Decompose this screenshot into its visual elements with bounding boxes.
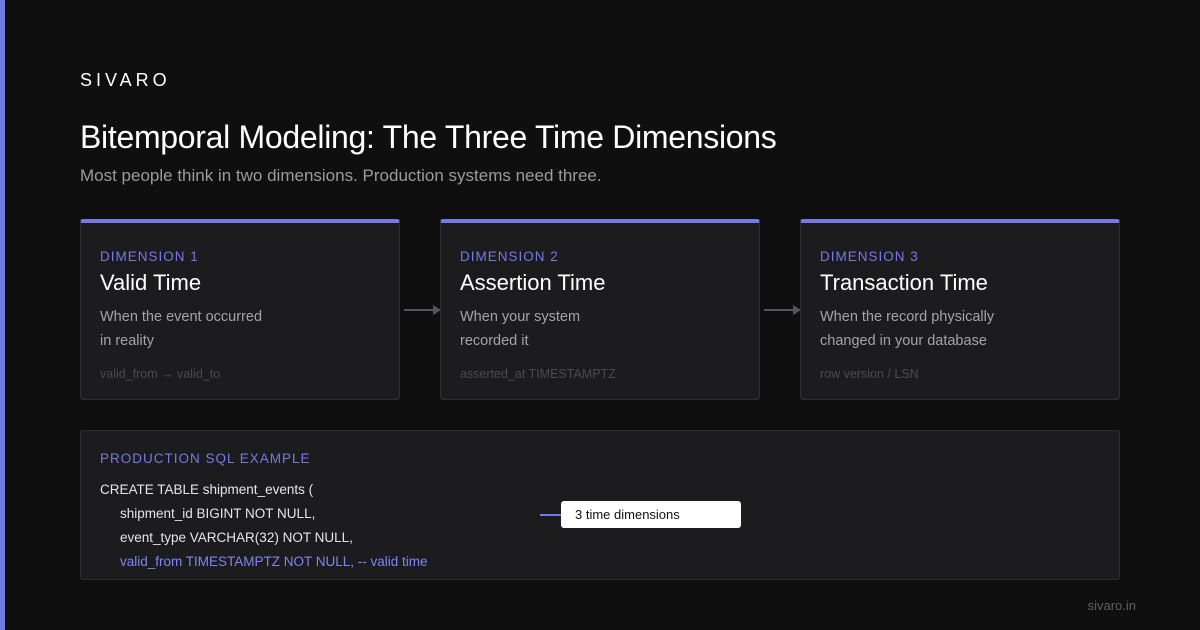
page-subtitle: Most people think in two dimensions. Pro… bbox=[80, 166, 602, 185]
sql-panel-label: PRODUCTION SQL EXAMPLE bbox=[100, 451, 311, 466]
card-dimension-label: DIMENSION 2 bbox=[460, 249, 559, 264]
card-dimension-label: DIMENSION 3 bbox=[820, 249, 919, 264]
left-accent-bar bbox=[0, 0, 5, 630]
dimension-card-3: DIMENSION 3 Transaction Time When the re… bbox=[800, 219, 1120, 400]
callout-badge: 3 time dimensions bbox=[561, 501, 741, 528]
card-description: When your system recorded it bbox=[460, 309, 581, 349]
card-title: Valid Time bbox=[100, 270, 202, 295]
callout-connector bbox=[540, 514, 562, 516]
card-description: When the event occurred in reality bbox=[100, 309, 263, 349]
card-dimension-label: DIMENSION 1 bbox=[100, 249, 199, 264]
arrow-right-icon bbox=[764, 305, 801, 315]
dimension-card-2: DIMENSION 2 Assertion Time When your sys… bbox=[440, 219, 760, 400]
card-description: When the record physically changed in yo… bbox=[820, 309, 995, 349]
card-title: Transaction Time bbox=[820, 270, 988, 295]
sql-line: CREATE TABLE shipment_events ( bbox=[100, 482, 314, 497]
card-meta: row version / LSN bbox=[820, 367, 919, 381]
sql-line: event_type VARCHAR(32) NOT NULL, bbox=[120, 530, 353, 545]
arrow-right-icon bbox=[404, 305, 441, 315]
card-meta: valid_from → valid_to bbox=[100, 367, 221, 381]
brand-logo: SIVARO bbox=[80, 70, 171, 90]
footer-url: sivaro.in bbox=[1087, 598, 1136, 613]
card-title: Assertion Time bbox=[460, 270, 606, 295]
sql-line-highlighted: valid_from TIMESTAMPTZ NOT NULL, -- vali… bbox=[120, 554, 428, 569]
slide: SIVARO Bitemporal Modeling: The Three Ti… bbox=[0, 0, 1200, 630]
dimension-card-1: DIMENSION 1 Valid Time When the event oc… bbox=[80, 219, 400, 400]
sql-example-panel: PRODUCTION SQL EXAMPLE CREATE TABLE ship… bbox=[80, 430, 1120, 580]
sql-line: shipment_id BIGINT NOT NULL, bbox=[120, 506, 316, 521]
page-title: Bitemporal Modeling: The Three Time Dime… bbox=[80, 119, 777, 155]
card-meta: asserted_at TIMESTAMPTZ bbox=[460, 367, 616, 381]
